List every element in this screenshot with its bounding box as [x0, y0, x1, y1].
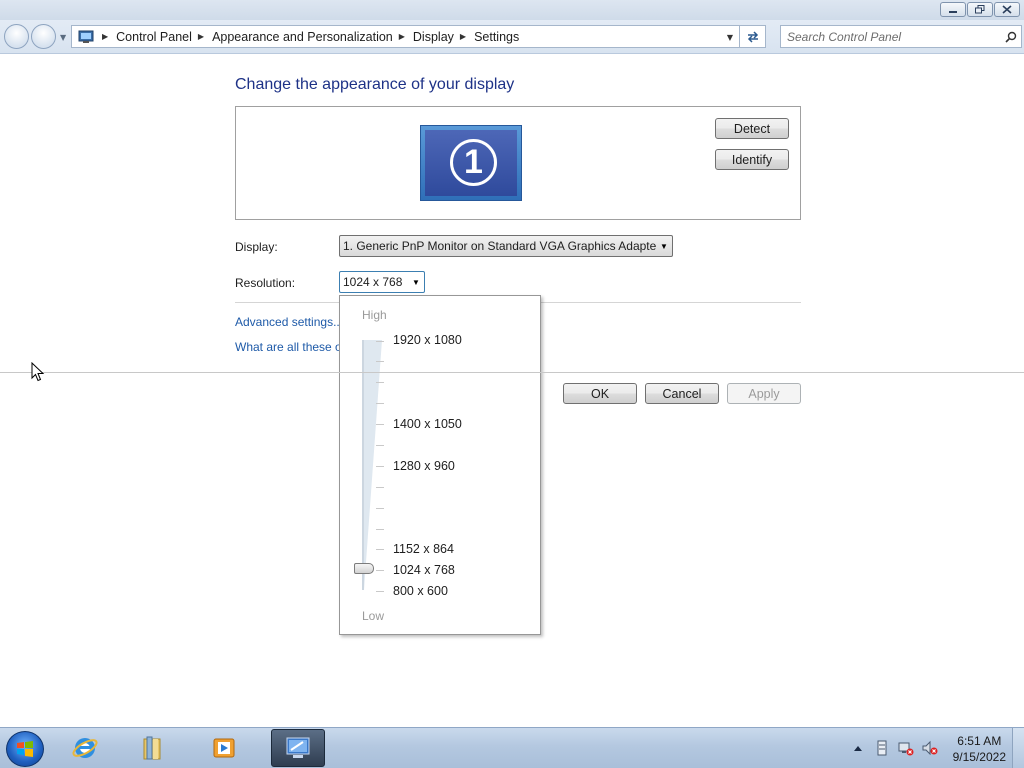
slider-tick [376, 549, 384, 550]
slider-tick [376, 361, 384, 362]
high-label: High [362, 308, 387, 322]
back-button[interactable] [4, 24, 29, 49]
resolution-option-1400x1050[interactable]: 1400 x 1050 [393, 417, 462, 431]
breadcrumb-control-panel[interactable]: Control Panel [116, 30, 192, 44]
slider-tick [376, 341, 384, 342]
action-center-icon[interactable] [873, 739, 891, 757]
address-dropdown-icon[interactable]: ▼ [727, 33, 733, 42]
slider-tick [376, 529, 384, 530]
help-link[interactable]: What are all these o [235, 340, 339, 354]
internet-explorer-icon [72, 738, 98, 758]
show-desktop-button[interactable] [1012, 728, 1024, 768]
slider-tick [376, 487, 384, 488]
windows-logo-icon [17, 741, 33, 757]
address-bar: ▼ ▶ Control Panel ▶ Appearance and Perso… [0, 20, 1024, 54]
display-settings-icon [286, 737, 310, 758]
minimize-button[interactable] [940, 2, 966, 17]
slider-tick [376, 466, 384, 467]
breadcrumb[interactable]: ▶ Control Panel ▶ Appearance and Persona… [71, 25, 740, 48]
clock-time: 6:51 AM [957, 734, 1002, 748]
resolution-select-value: 1024 x 768 [343, 275, 403, 289]
control-panel-icon [76, 29, 96, 45]
slider-thumb[interactable] [354, 563, 374, 574]
chevron-down-icon: ▼ [660, 241, 668, 251]
detect-button[interactable]: Detect [715, 118, 789, 139]
close-icon [1002, 5, 1012, 14]
breadcrumb-separator-icon: ▶ [459, 32, 467, 41]
monitor-screen: 1 [425, 130, 517, 196]
slider-tick [376, 570, 384, 571]
restore-icon [975, 5, 985, 14]
search-box [780, 25, 1022, 48]
chevron-down-icon: ▼ [412, 277, 420, 287]
display-select-value: 1. Generic PnP Monitor on Standard VGA G… [343, 239, 656, 253]
slider-tick [376, 508, 384, 509]
refresh-button[interactable] [740, 25, 766, 48]
page-title: Change the appearance of your display [235, 76, 515, 93]
breadcrumb-appearance[interactable]: Appearance and Personalization [212, 30, 393, 44]
resolution-option-1024x768[interactable]: 1024 x 768 [393, 563, 455, 577]
display-label: Display: [235, 240, 278, 254]
restore-button[interactable] [967, 2, 993, 17]
cancel-button[interactable]: Cancel [645, 383, 719, 404]
resolution-option-1920x1080[interactable]: 1920 x 1080 [393, 333, 462, 347]
ok-button[interactable]: OK [563, 383, 637, 404]
title-bar [0, 0, 1024, 20]
breadcrumb-separator-icon: ▶ [398, 32, 405, 41]
caption-buttons [940, 2, 1020, 17]
taskbar-internet-explorer[interactable] [58, 729, 112, 767]
media-player-icon [213, 738, 235, 758]
forward-button[interactable] [31, 24, 56, 49]
slider-tick [376, 403, 384, 404]
taskbar-display-settings[interactable] [271, 729, 325, 767]
breadcrumb-separator-icon: ▶ [102, 32, 109, 41]
content-area: Change the appearance of your display 1 … [0, 55, 1024, 727]
clock[interactable]: 6:51 AM 9/15/2022 [953, 733, 1006, 765]
show-hidden-icons-icon[interactable] [849, 739, 867, 757]
breadcrumb-items: ▶ Control Panel ▶ Appearance and Persona… [96, 30, 519, 44]
network-icon[interactable] [897, 739, 915, 757]
taskbar-windows-explorer[interactable] [125, 729, 179, 767]
slider-tick [376, 382, 384, 383]
breadcrumb-settings[interactable]: Settings [474, 30, 519, 44]
search-icon[interactable] [1001, 31, 1021, 43]
resolution-label: Resolution: [235, 276, 296, 290]
resolution-option-800x600[interactable]: 800 x 600 [393, 584, 448, 598]
breadcrumb-separator-icon: ▶ [197, 32, 205, 41]
display-select[interactable]: 1. Generic PnP Monitor on Standard VGA G… [339, 235, 673, 257]
slider-rail [362, 340, 382, 590]
slider-tick [376, 445, 384, 446]
apply-button[interactable]: Apply [727, 383, 801, 404]
mouse-cursor-icon [31, 362, 45, 382]
low-label: Low [362, 609, 385, 623]
resolution-option-1152x864[interactable]: 1152 x 864 [393, 542, 454, 556]
clock-date: 9/15/2022 [952, 750, 1006, 764]
recent-pages-dropdown[interactable]: ▼ [60, 33, 66, 42]
slider-tick [376, 424, 384, 425]
slider-tick [376, 591, 384, 592]
monitor-arrangement-panel: 1 Detect Identify [235, 106, 801, 220]
close-button[interactable] [994, 2, 1020, 17]
advanced-settings-link[interactable]: Advanced settings.. [235, 315, 339, 329]
resolution-slider[interactable] [362, 340, 382, 590]
separator-line [0, 372, 1024, 373]
search-input[interactable] [781, 26, 1001, 47]
resolution-select[interactable]: 1024 x 768 ▼ [339, 271, 425, 293]
identify-button[interactable]: Identify [715, 149, 789, 170]
resolution-option-1280x960[interactable]: 1280 x 960 [393, 459, 455, 473]
windows-explorer-icon [143, 736, 161, 760]
taskbar: 6:51 AM 9/15/2022 [0, 727, 1024, 768]
volume-muted-icon[interactable] [921, 739, 939, 757]
refresh-icon [747, 30, 758, 43]
taskbar-media-player[interactable] [197, 729, 251, 767]
monitor-number: 1 [450, 139, 497, 186]
start-button[interactable] [6, 731, 44, 767]
resolution-dropdown: High 1920 x 1080 1400 x 1050 1280 x 960 … [339, 295, 541, 635]
breadcrumb-display[interactable]: Display [413, 30, 454, 44]
minimize-icon [949, 10, 957, 13]
monitor-1-icon[interactable]: 1 [420, 125, 522, 201]
